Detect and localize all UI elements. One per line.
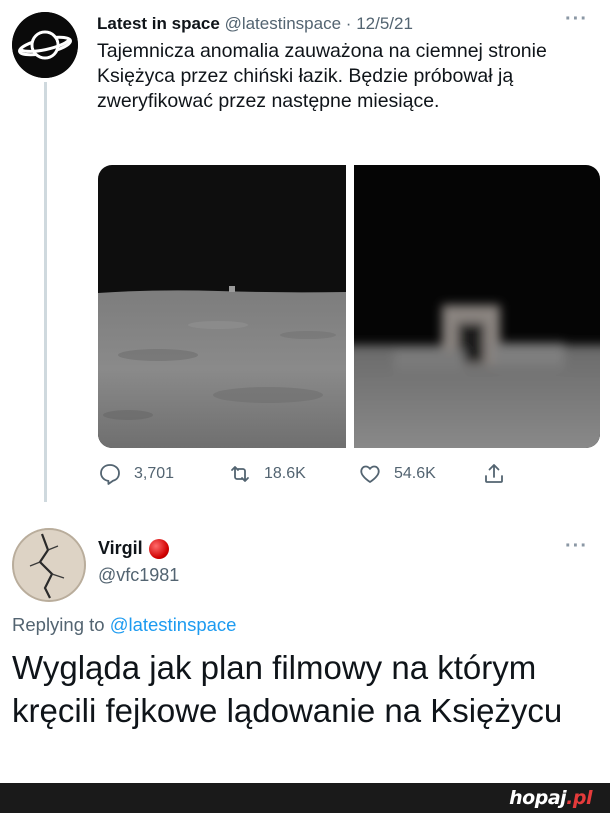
reply-count: 3,701: [134, 465, 175, 482]
tweet-media[interactable]: [98, 165, 600, 448]
reply-author-handle[interactable]: @vfc1981: [98, 565, 179, 586]
share-action[interactable]: [482, 460, 506, 488]
replying-to: Replying to @latestinspace: [12, 614, 236, 636]
latestinspace-avatar[interactable]: [12, 12, 78, 78]
retweet-action[interactable]: 18.6K: [228, 460, 306, 488]
logo-main: hopaj: [509, 787, 567, 809]
anomaly-zoom-photo[interactable]: [354, 165, 600, 448]
author-handle[interactable]: @latestinspace: [225, 14, 342, 33]
replying-to-mention-link[interactable]: @latestinspace: [110, 614, 237, 635]
more-icon[interactable]: ···: [565, 535, 588, 558]
reply-author-name[interactable]: Virgil: [98, 538, 143, 559]
tweet-header: Latest in space @latestinspace · 12/5/21: [97, 14, 413, 34]
retweet-icon: [231, 466, 249, 482]
separator-dot: ·: [345, 14, 352, 33]
reply-author: Virgil: [98, 538, 169, 559]
replying-to-prefix: Replying to: [12, 614, 105, 635]
reply-icon: [100, 464, 120, 485]
like-action[interactable]: 54.6K: [358, 460, 436, 488]
moon-surface-photo[interactable]: [98, 165, 346, 448]
virgil-avatar[interactable]: [12, 528, 86, 602]
retweet-count: 18.6K: [264, 465, 306, 482]
tweet-text: Tajemnicza anomalia zauważona na ciemnej…: [97, 40, 547, 112]
share-icon: [485, 464, 503, 483]
tweet-date[interactable]: 12/5/21: [356, 14, 413, 33]
more-icon[interactable]: ···: [565, 8, 588, 31]
cracked-avatar-image: [12, 528, 86, 602]
reply-action[interactable]: 3,701: [98, 460, 174, 488]
hopaj-logo[interactable]: hopaj.pl: [509, 783, 592, 813]
like-icon: [360, 465, 380, 483]
author-name[interactable]: Latest in space: [97, 14, 220, 33]
red-circle-badge-icon: [148, 538, 169, 559]
footer-bar: hopaj.pl: [0, 783, 610, 813]
tweet-actions: 3,701 18.6K 54.6K: [98, 460, 518, 490]
thread-connector-line: [44, 82, 47, 502]
saturn-logo-icon: [12, 12, 78, 78]
like-count: 54.6K: [394, 465, 436, 482]
reply-text: Wygląda jak plan filmowy na którym kręci…: [12, 649, 563, 729]
logo-suffix: .pl: [566, 787, 592, 809]
